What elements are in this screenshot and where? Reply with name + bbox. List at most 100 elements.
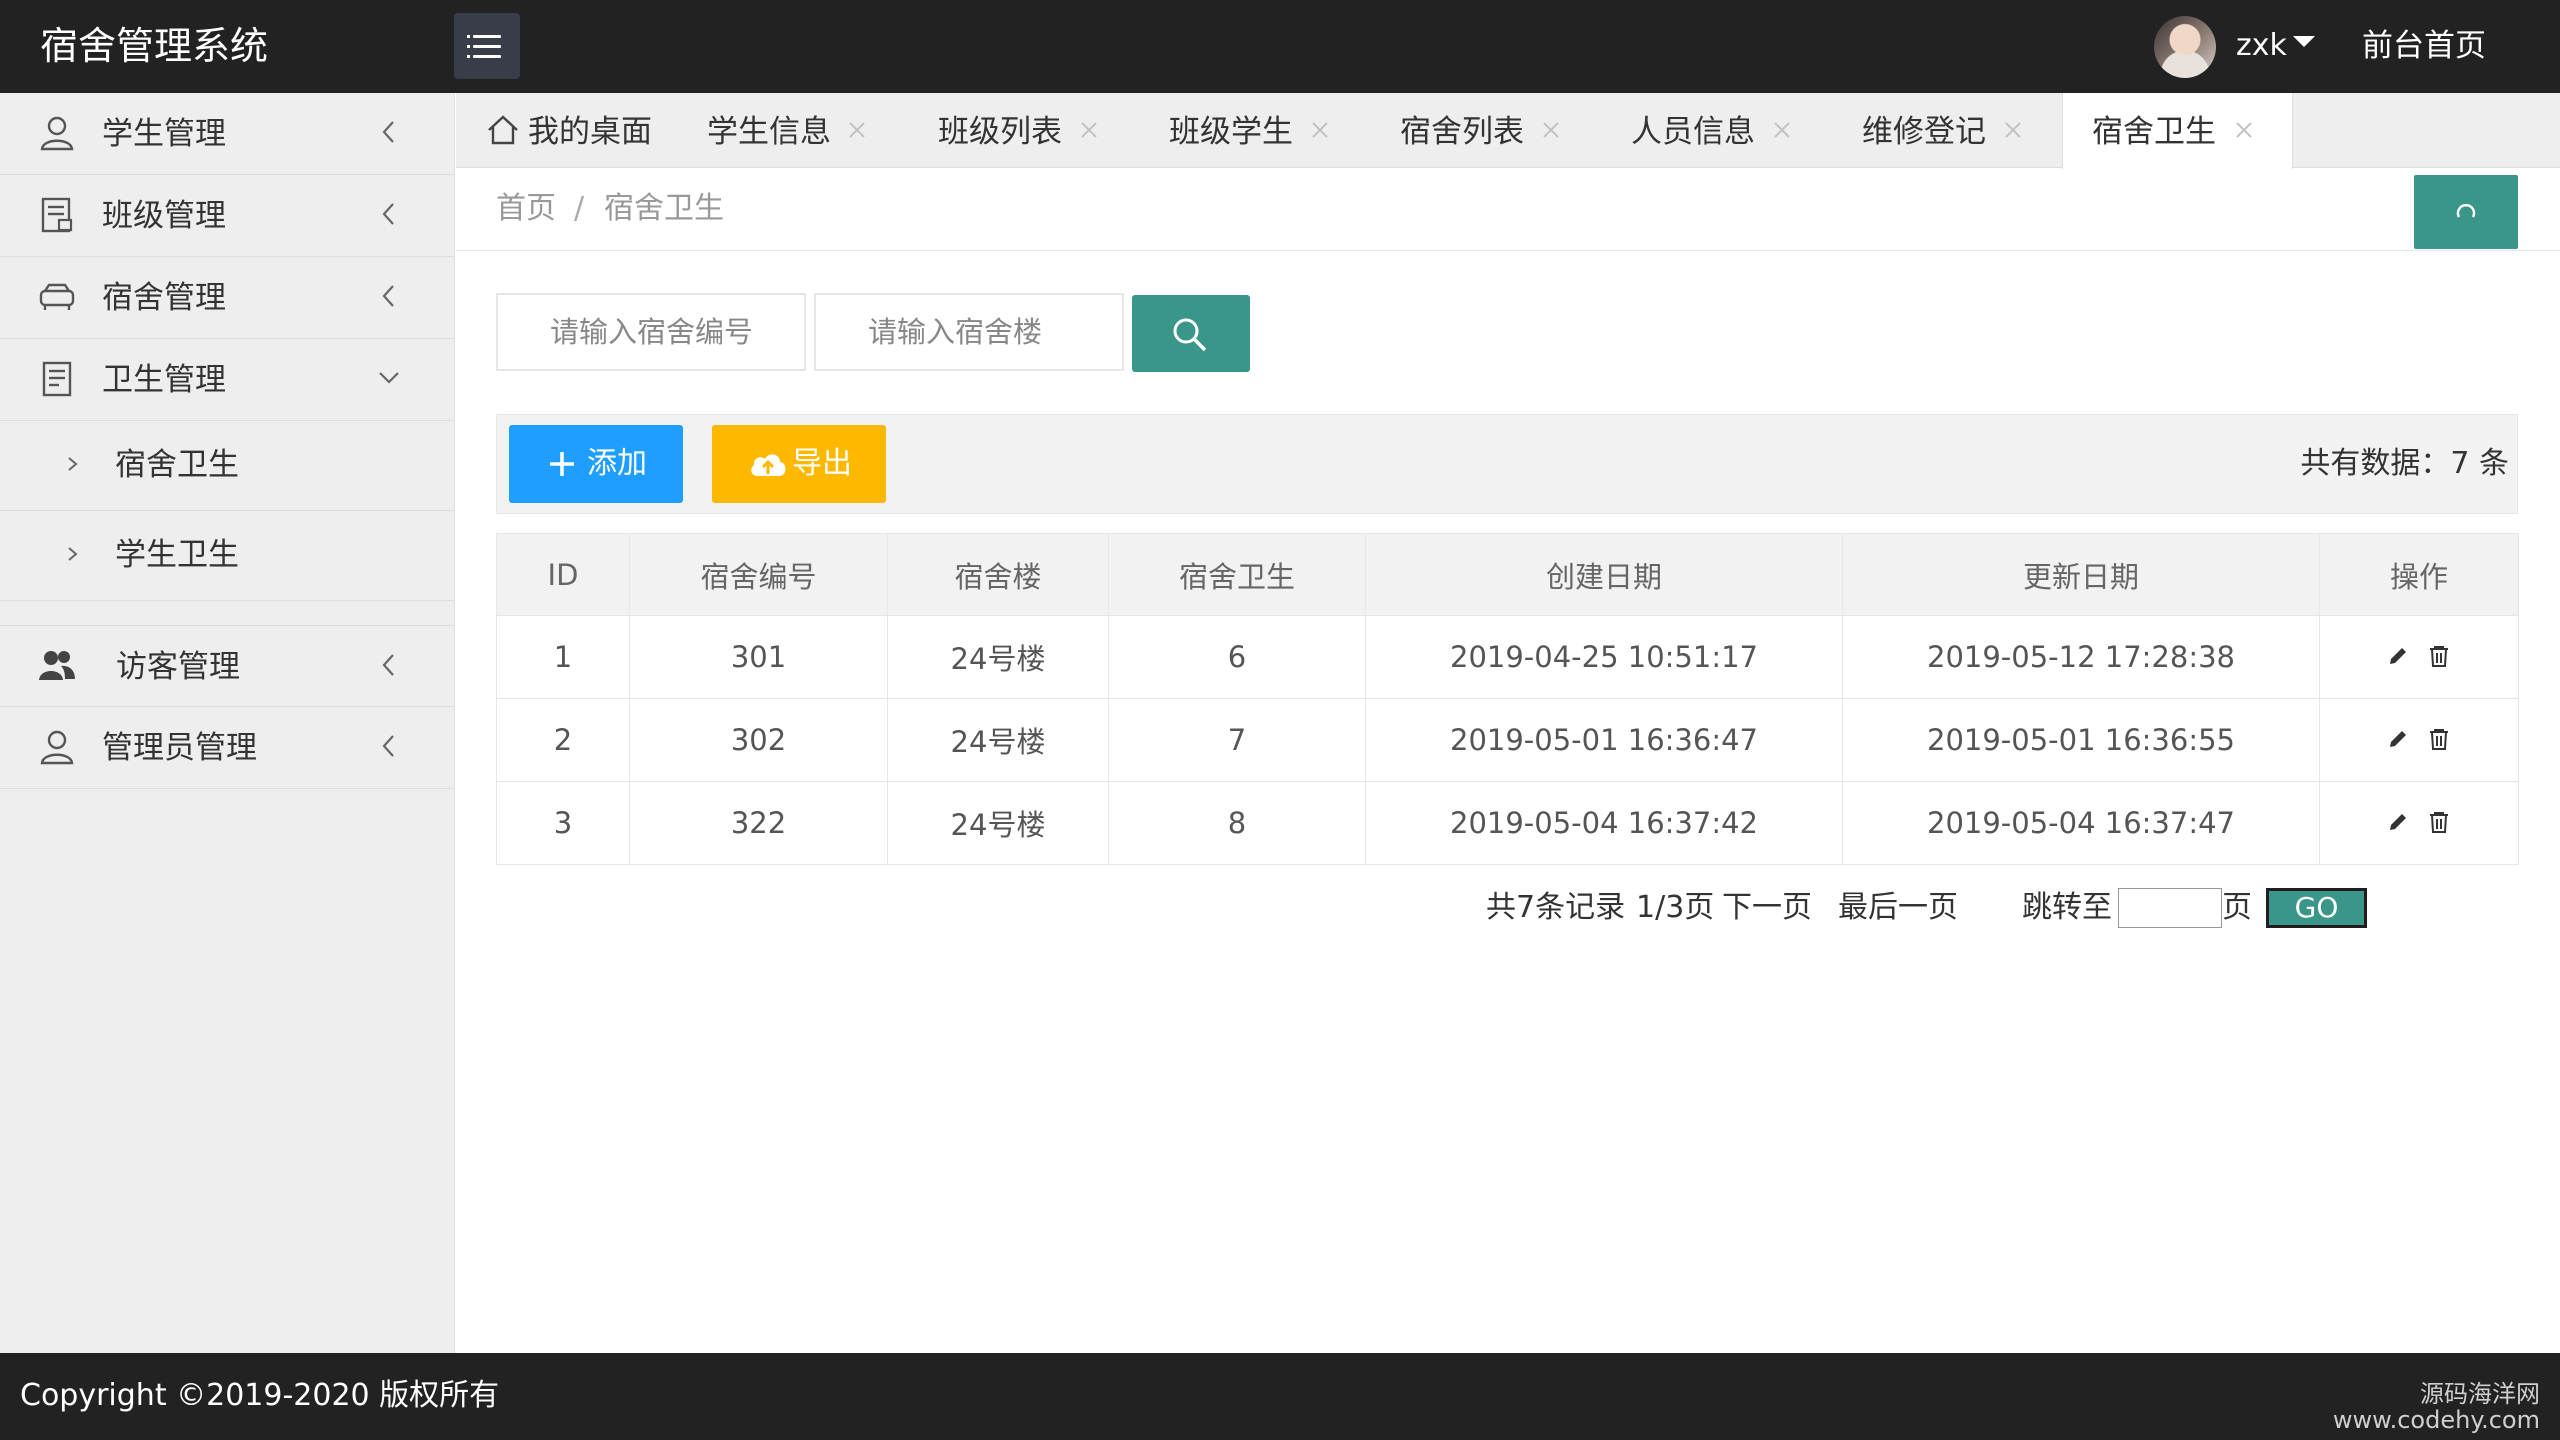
cell-dorm-number: 301 (629, 615, 888, 699)
app-title: 宿舍管理系统 (40, 24, 269, 68)
avatar[interactable] (2154, 16, 2216, 78)
menu-icon (467, 35, 501, 38)
total-count: 共有数据：7 条 (2300, 446, 2509, 481)
hygiene-table: ID 宿舍编号 宿舍楼 宿舍卫生 创建日期 更新日期 操作 1 301 24号楼… (496, 533, 2519, 865)
chevron-right-icon (68, 457, 78, 471)
breadcrumb-current: 宿舍卫生 (604, 191, 724, 226)
toolbar: 添加 导出 共有数据：7 条 (496, 414, 2518, 514)
search-icon (1173, 318, 1207, 352)
tab-label: 维修登记 (1862, 114, 1986, 150)
user-icon (40, 730, 74, 765)
cell-hygiene-score: 6 (1108, 615, 1366, 699)
column-header: 宿舍楼 (887, 533, 1109, 616)
close-icon[interactable] (846, 119, 868, 141)
go-button[interactable]: GO (2266, 888, 2367, 928)
jump-to-label: 跳转至 (2022, 890, 2112, 925)
cell-created-date: 2019-04-25 10:51:17 (1365, 615, 1843, 699)
chevron-left-icon (382, 203, 394, 225)
cell-hygiene-score: 8 (1108, 781, 1366, 865)
watermark-line: www.codehy.com (2332, 1406, 2540, 1434)
page-number-input[interactable] (2118, 888, 2222, 928)
dorm-building-input[interactable] (814, 293, 1124, 371)
plus-icon (550, 452, 574, 476)
sidebar-item-label: 管理员管理 (102, 730, 257, 766)
tab-label: 人员信息 (1631, 114, 1755, 150)
chevron-left-icon (382, 654, 394, 676)
next-page-link[interactable]: 下一页 (1722, 887, 1812, 929)
cell-actions (2319, 698, 2519, 782)
column-header: 宿舍卫生 (1108, 533, 1366, 616)
user-name[interactable]: zxk (2236, 26, 2287, 66)
column-header: 操作 (2319, 533, 2519, 616)
add-button[interactable]: 添加 (509, 425, 683, 503)
column-header: ID (496, 533, 630, 616)
cell-id: 3 (496, 781, 630, 865)
export-button-label: 导出 (792, 446, 852, 481)
breadcrumb-home[interactable]: 首页 (496, 188, 556, 230)
cell-hygiene-score: 7 (1108, 698, 1366, 782)
export-button[interactable]: 导出 (712, 425, 886, 503)
close-icon[interactable] (1540, 119, 1562, 141)
sidebar-item-classes[interactable]: 班级管理 (0, 175, 455, 257)
watermark-line: 源码海洋网 (2420, 1380, 2540, 1408)
column-header: 宿舍编号 (629, 533, 888, 616)
edit-icon[interactable] (2387, 645, 2409, 667)
sidebar-subitem-label: 宿舍卫生 (115, 447, 239, 483)
delete-icon[interactable] (2427, 810, 2451, 834)
sidebar: 学生管理 班级管理 宿舍管理 卫生管理 宿舍卫生 学生卫生 访客管理 管理员管理 (0, 93, 455, 1353)
sofa-icon (39, 283, 75, 310)
total-records: 共7条记录 (1486, 890, 1626, 925)
tab-label: 班级列表 (938, 114, 1062, 150)
cell-dorm-number: 302 (629, 698, 888, 782)
last-page-link[interactable]: 最后一页 (1838, 887, 1958, 929)
sidebar-subitem-label: 学生卫生 (115, 537, 239, 573)
footer: Copyright ©2019-2020 版权所有 源码海洋网 www.code… (0, 1353, 2560, 1440)
tab-label: 班级学生 (1169, 114, 1293, 150)
search-button[interactable] (1132, 295, 1250, 372)
menu-toggle-button[interactable] (454, 13, 520, 79)
close-icon[interactable] (1078, 119, 1100, 141)
tab-my-desktop[interactable]: 我的桌面 (456, 93, 663, 168)
breadcrumb: 首页 / 宿舍卫生 (456, 169, 2560, 251)
close-icon[interactable] (1309, 119, 1331, 141)
table-header-row: ID 宿舍编号 宿舍楼 宿舍卫生 创建日期 更新日期 操作 (496, 533, 2519, 616)
sidebar-subitem-student-hygiene[interactable]: 学生卫生 (0, 511, 455, 601)
chevron-down-icon (379, 372, 399, 384)
breadcrumb-separator: / (574, 191, 585, 226)
document-icon (41, 197, 73, 233)
chevron-left-icon (382, 735, 394, 757)
cell-building: 24号楼 (887, 615, 1109, 699)
delete-icon[interactable] (2427, 644, 2451, 668)
cell-dorm-number: 322 (629, 781, 888, 865)
sidebar-item-students[interactable]: 学生管理 (0, 93, 455, 175)
edit-icon[interactable] (2387, 811, 2409, 833)
column-header: 创建日期 (1365, 533, 1843, 616)
sidebar-item-label: 卫生管理 (102, 362, 226, 398)
watermark: 源码海洋网 www.codehy.com (2333, 1381, 2540, 1433)
sidebar-item-label: 访客管理 (116, 649, 240, 685)
sidebar-item-visitors[interactable]: 访客管理 (0, 625, 455, 707)
cell-updated-date: 2019-05-04 16:37:47 (1842, 781, 2320, 865)
user-icon (40, 116, 74, 151)
sidebar-item-admins[interactable]: 管理员管理 (0, 707, 455, 789)
report-icon (42, 361, 72, 397)
cell-id: 2 (496, 698, 630, 782)
tab-label: 宿舍卫生 (2092, 114, 2216, 150)
caret-down-icon[interactable] (2293, 36, 2315, 47)
close-icon[interactable] (2002, 119, 2024, 141)
chevron-right-icon (68, 547, 78, 561)
refresh-button[interactable] (2414, 175, 2518, 249)
sidebar-subitem-dorm-hygiene[interactable]: 宿舍卫生 (0, 421, 455, 511)
sidebar-item-hygiene[interactable]: 卫生管理 (0, 339, 455, 421)
group-icon (39, 651, 75, 680)
sidebar-item-label: 宿舍管理 (102, 280, 226, 316)
sidebar-item-dorms[interactable]: 宿舍管理 (0, 257, 455, 339)
copyright-text: Copyright ©2019-2020 版权所有 (20, 1378, 500, 1413)
delete-icon[interactable] (2427, 727, 2451, 751)
close-icon[interactable] (1771, 119, 1793, 141)
cell-actions (2319, 781, 2519, 865)
close-icon[interactable] (2233, 119, 2255, 141)
dorm-number-input[interactable] (496, 293, 806, 371)
front-page-link[interactable]: 前台首页 (2362, 25, 2486, 67)
edit-icon[interactable] (2387, 728, 2409, 750)
